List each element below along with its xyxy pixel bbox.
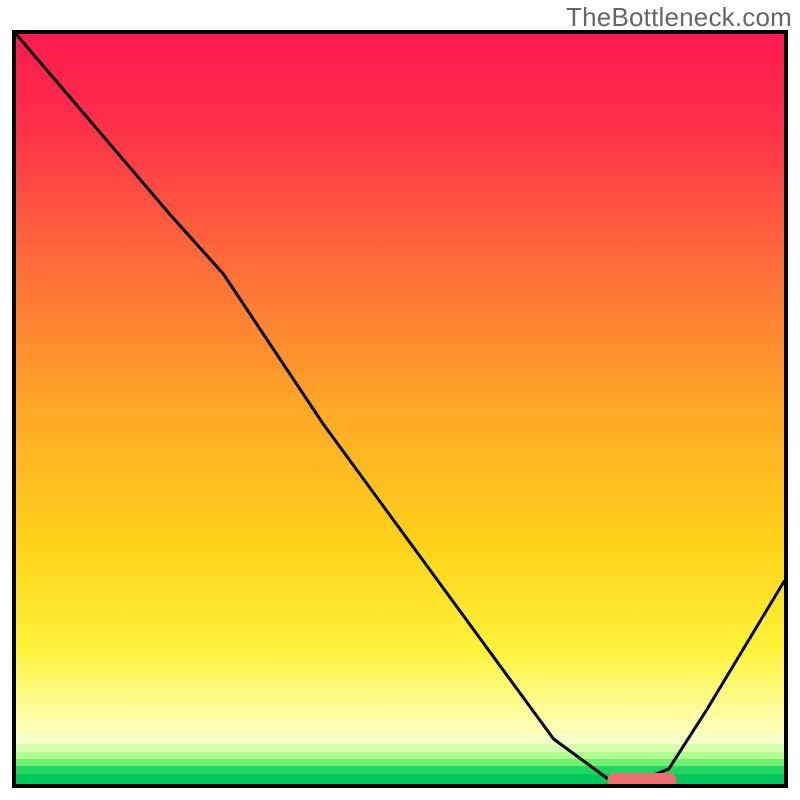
watermark-text: TheBottleneck.com	[566, 2, 792, 33]
chart-svg	[16, 34, 784, 784]
gradient-background	[16, 34, 784, 784]
min-marker	[607, 773, 676, 784]
plot-area	[12, 30, 788, 788]
chart-root: TheBottleneck.com	[0, 0, 800, 800]
